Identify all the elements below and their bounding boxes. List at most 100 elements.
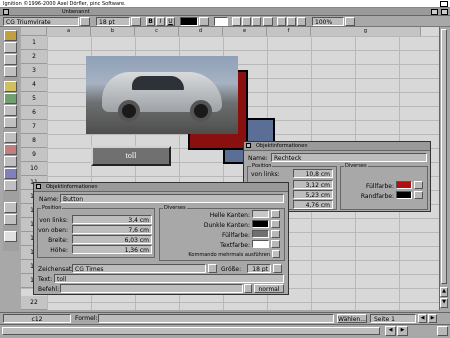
row-header[interactable]: 6: [21, 106, 47, 120]
name-field[interactable]: Button: [60, 194, 284, 203]
dark-edges-swatch[interactable]: [252, 220, 269, 228]
column-header-e[interactable]: e: [223, 27, 267, 36]
scroll-up-icon[interactable]: ▲: [440, 287, 448, 297]
column-header-d[interactable]: d: [179, 27, 223, 36]
row-header[interactable]: 3: [21, 64, 47, 78]
font-name-field[interactable]: CG Triumvirate: [3, 17, 79, 26]
fill-color-swatch[interactable]: [396, 181, 412, 189]
number-tool-icon[interactable]: [4, 105, 17, 116]
format-tool-icon[interactable]: [4, 93, 17, 104]
row-header[interactable]: 1: [21, 36, 47, 50]
text-color-swatch[interactable]: [180, 17, 198, 26]
row-header[interactable]: 10: [21, 162, 47, 176]
object-tool-icon[interactable]: [4, 132, 17, 143]
column-header-a[interactable]: a: [47, 27, 91, 36]
font-field[interactable]: CG Times: [72, 264, 206, 273]
sort-tool-icon[interactable]: [4, 66, 17, 77]
font-popup-icon[interactable]: [80, 17, 90, 26]
text-color-popup-icon[interactable]: [199, 17, 209, 26]
from-top-field[interactable]: 7,6 cm: [72, 225, 152, 234]
italic-button[interactable]: I: [156, 17, 165, 26]
height-field[interactable]: 1,36 cm: [72, 245, 152, 254]
redo-tool-icon[interactable]: [4, 214, 17, 225]
row-header[interactable]: 5: [21, 92, 47, 106]
command-popup-icon[interactable]: [244, 284, 252, 293]
text-color-swatch[interactable]: [252, 240, 269, 248]
undo-tool-icon[interactable]: [4, 202, 17, 213]
pattern-button[interactable]: [297, 17, 306, 26]
underline-button[interactable]: U: [166, 17, 175, 26]
button-info-title-bar[interactable]: Objektinformationen: [34, 183, 288, 192]
font-popup-icon[interactable]: [208, 264, 217, 273]
text-color-popup-icon[interactable]: [271, 240, 280, 248]
background-color-swatch[interactable]: [214, 17, 228, 26]
fill-color-popup-icon[interactable]: [414, 181, 423, 189]
align-left-button[interactable]: [232, 17, 241, 26]
zoom-popup-icon[interactable]: [345, 17, 355, 26]
button-tool-icon[interactable]: [4, 156, 17, 167]
style-button[interactable]: normal: [254, 284, 284, 293]
fill-color-swatch[interactable]: [252, 230, 269, 238]
size-popup-icon[interactable]: [273, 264, 282, 273]
width-field[interactable]: 6,03 cm: [72, 235, 152, 244]
rectangle-info-title-bar[interactable]: Objektinformationen: [244, 142, 430, 151]
column-header-f[interactable]: f: [267, 27, 311, 36]
row-header[interactable]: 9: [21, 148, 47, 162]
vertical-scrollbar[interactable]: ▲ ▼: [439, 27, 448, 310]
font-size-field[interactable]: 18 pt: [96, 17, 130, 26]
page-next-icon[interactable]: ▶: [428, 314, 437, 323]
size-field[interactable]: 18 pt: [247, 264, 271, 273]
page-indicator[interactable]: Seite 1: [370, 314, 416, 323]
light-edges-popup-icon[interactable]: [271, 210, 280, 218]
command-field[interactable]: [60, 284, 243, 293]
width-field[interactable]: 5,23 cm: [293, 190, 333, 199]
text-tool-icon[interactable]: [4, 42, 17, 53]
close-icon[interactable]: [3, 9, 9, 15]
border-popup-icon[interactable]: [263, 17, 273, 26]
depth-gadget-icon[interactable]: [441, 9, 448, 15]
resize-handle-icon[interactable]: [437, 326, 448, 336]
column-header-g[interactable]: g: [311, 27, 421, 36]
choose-button[interactable]: Wählen...: [337, 314, 367, 323]
scroll-thumb[interactable]: [441, 29, 447, 284]
row-header[interactable]: 2: [21, 50, 47, 64]
pointer-tool-icon[interactable]: [4, 30, 17, 41]
scroll-right-icon[interactable]: ▶: [397, 326, 408, 336]
from-top-field[interactable]: 3,12 cm: [293, 180, 333, 189]
row-header[interactable]: 4: [21, 78, 47, 92]
cell-reference-field[interactable]: c12: [3, 314, 71, 323]
height-field[interactable]: 4,76 cm: [293, 200, 333, 209]
light-edges-swatch[interactable]: [252, 210, 269, 218]
align-right-button[interactable]: [252, 17, 261, 26]
name-field[interactable]: Rechteck: [271, 153, 427, 162]
from-left-field[interactable]: 3,4 cm: [72, 215, 152, 224]
border-color-popup-icon[interactable]: [414, 191, 423, 199]
bold-button[interactable]: B: [146, 17, 155, 26]
command-repeat-checkbox[interactable]: [272, 250, 280, 258]
align-center-button[interactable]: [242, 17, 251, 26]
scroll-down-icon[interactable]: ▼: [440, 298, 448, 308]
formula-field[interactable]: [98, 314, 334, 323]
page-tool-icon[interactable]: [4, 231, 17, 242]
grid-button[interactable]: [287, 17, 296, 26]
page-prev-icon[interactable]: ◀: [418, 314, 427, 323]
sheet-button[interactable]: toll: [91, 146, 171, 166]
line-tool-icon[interactable]: [4, 180, 17, 191]
scroll-thumb[interactable]: [2, 327, 380, 335]
image-tool-icon[interactable]: [4, 168, 17, 179]
corner-cell[interactable]: [21, 27, 47, 36]
size-popup-icon[interactable]: [131, 17, 141, 26]
row-header[interactable]: 7: [21, 120, 47, 134]
zoom-field[interactable]: 100%: [312, 17, 344, 26]
horizontal-scrollbar[interactable]: ◀ ▶: [0, 324, 450, 338]
scroll-left-icon[interactable]: ◀: [385, 326, 396, 336]
shape-tool-icon[interactable]: [4, 144, 17, 155]
car-image[interactable]: [86, 56, 238, 134]
row-header[interactable]: 8: [21, 134, 47, 148]
zoom-gadget-icon[interactable]: [431, 9, 438, 15]
function-tool-icon[interactable]: [4, 81, 17, 92]
depth-gadget-icon[interactable]: [440, 1, 448, 7]
column-header-c[interactable]: c: [135, 27, 179, 36]
dark-edges-popup-icon[interactable]: [271, 220, 280, 228]
from-left-field[interactable]: 10,8 cm: [293, 169, 333, 178]
